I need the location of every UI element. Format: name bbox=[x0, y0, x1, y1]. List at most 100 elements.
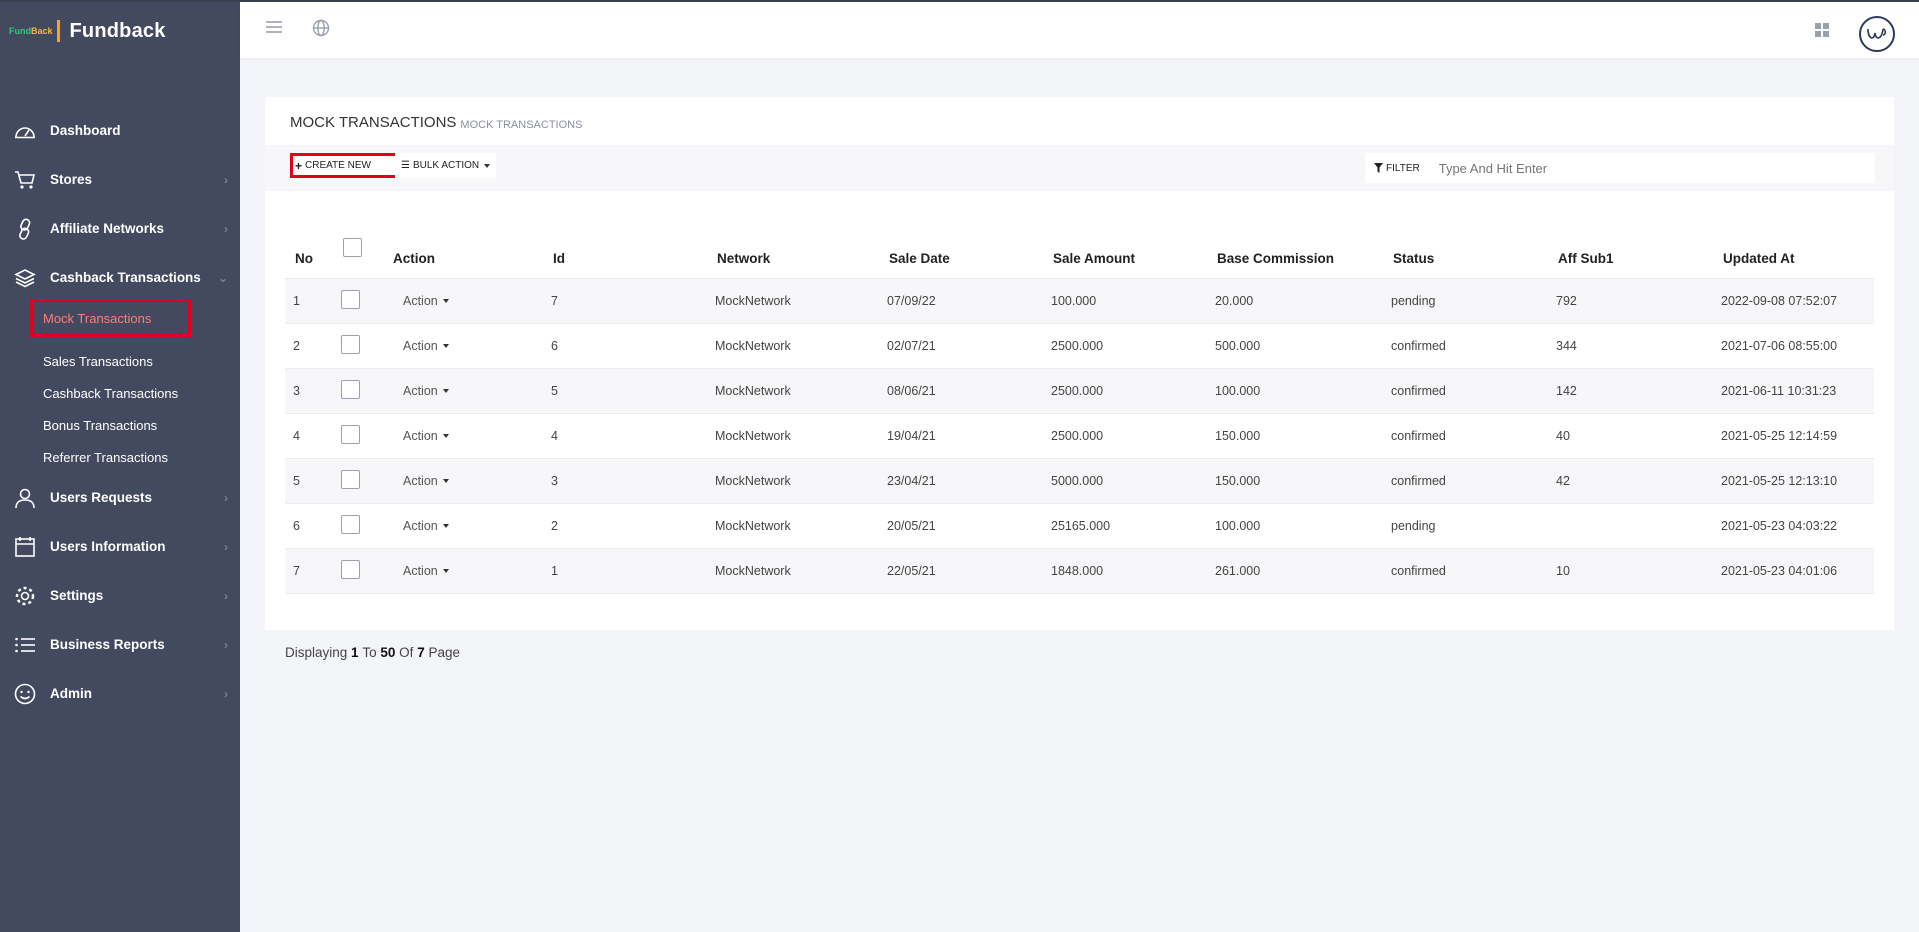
topbar bbox=[240, 0, 1919, 58]
cell-sale-amount: 100.000 bbox=[1043, 278, 1207, 324]
cell-no: 1 bbox=[285, 278, 333, 324]
cell-status: confirmed bbox=[1383, 368, 1548, 414]
sidebar-item-label: Dashboard bbox=[50, 123, 121, 138]
cell-aff-sub1: 10 bbox=[1548, 548, 1713, 594]
cell-aff-sub1 bbox=[1548, 503, 1713, 549]
cell-base-commission: 100.000 bbox=[1207, 503, 1383, 549]
row-action-dropdown[interactable]: Action bbox=[391, 384, 449, 398]
chevron-right-icon: › bbox=[224, 221, 228, 236]
globe-icon[interactable] bbox=[312, 19, 330, 42]
sub-item-referrer-transactions[interactable]: Referrer Transactions bbox=[30, 441, 240, 473]
sidebar-item-settings[interactable]: Settings › bbox=[0, 571, 240, 620]
col-status: Status bbox=[1383, 221, 1548, 279]
smile-icon bbox=[13, 682, 37, 706]
row-checkbox[interactable] bbox=[341, 289, 360, 309]
cell-select bbox=[333, 548, 383, 594]
panel-header: MOCK TRANSACTIONS MOCK TRANSACTIONS bbox=[265, 97, 1894, 145]
bulk-action-button[interactable]: ☰ BULK ACTION bbox=[395, 153, 497, 178]
action-label: Action bbox=[403, 563, 438, 578]
sidebar-item-users-requests[interactable]: Users Requests › bbox=[0, 473, 240, 522]
cell-base-commission: 150.000 bbox=[1207, 413, 1383, 459]
footer-from: 1 bbox=[351, 645, 359, 660]
col-sale-date: Sale Date bbox=[879, 221, 1043, 279]
cart-icon bbox=[13, 168, 37, 192]
cell-base-commission: 150.000 bbox=[1207, 458, 1383, 504]
avatar[interactable] bbox=[1859, 16, 1895, 52]
cell-no: 3 bbox=[285, 368, 333, 414]
row-action-dropdown[interactable]: Action bbox=[391, 339, 449, 353]
table-body: 1 Action 7 MockNetwork 07/09/22 100.000 20.000… bbox=[285, 278, 1874, 594]
cell-updated-at: 2022-09-08 07:52:07 bbox=[1713, 278, 1874, 324]
cell-action: Action bbox=[383, 458, 543, 504]
footer-suffix: Page bbox=[428, 645, 460, 660]
logo-text-back: Back bbox=[31, 26, 53, 36]
row-action-dropdown[interactable]: Action bbox=[391, 564, 449, 578]
row-checkbox[interactable] bbox=[341, 469, 360, 489]
cell-network: MockNetwork bbox=[707, 323, 879, 369]
sub-item-mock-transactions[interactable]: Mock Transactions bbox=[30, 299, 191, 337]
select-all-checkbox[interactable] bbox=[343, 237, 362, 257]
cell-base-commission: 261.000 bbox=[1207, 548, 1383, 594]
row-action-dropdown[interactable]: Action bbox=[391, 294, 449, 308]
cell-select bbox=[333, 458, 383, 504]
cell-action: Action bbox=[383, 413, 543, 459]
cell-base-commission: 500.000 bbox=[1207, 323, 1383, 369]
cell-updated-at: 2021-07-06 08:55:00 bbox=[1713, 323, 1874, 369]
sub-item-bonus-transactions[interactable]: Bonus Transactions bbox=[30, 409, 240, 441]
sidebar-item-cashback-transactions[interactable]: Cashback Transactions ⌄ bbox=[0, 253, 240, 302]
filter-button[interactable]: FILTER bbox=[1365, 163, 1429, 174]
brand-divider bbox=[56, 20, 60, 42]
cashback-submenu: Mock Transactions Sales Transactions Cas… bbox=[0, 299, 240, 473]
cell-select bbox=[333, 368, 383, 414]
transactions-table: No Action Id Network Sale Date Sale Amou… bbox=[285, 221, 1874, 594]
sidebar-item-users-information[interactable]: Users Information › bbox=[0, 522, 240, 571]
sidebar-item-stores[interactable]: Stores › bbox=[0, 155, 240, 204]
table-row: 7 Action 1 MockNetwork 22/05/21 1848.000 261.0… bbox=[285, 548, 1874, 594]
apps-grid-icon[interactable] bbox=[1815, 23, 1829, 42]
brand[interactable]: Fund Back Fundback bbox=[0, 0, 240, 60]
action-label: Action bbox=[403, 383, 438, 398]
cell-aff-sub1: 42 bbox=[1548, 458, 1713, 504]
row-checkbox[interactable] bbox=[341, 514, 360, 534]
cell-id: 4 bbox=[543, 413, 707, 459]
row-checkbox[interactable] bbox=[341, 424, 360, 444]
caret-down-icon bbox=[442, 479, 449, 484]
col-select bbox=[333, 221, 383, 279]
sidebar-item-admin[interactable]: Admin › bbox=[0, 669, 240, 718]
sidebar-item-dashboard[interactable]: Dashboard bbox=[0, 106, 240, 155]
cell-action: Action bbox=[383, 503, 543, 549]
bulk-action-label: BULK ACTION bbox=[412, 160, 480, 171]
cell-sale-date: 08/06/21 bbox=[879, 368, 1043, 414]
footer-to-word: To bbox=[362, 645, 377, 660]
cell-action: Action bbox=[383, 323, 543, 369]
row-checkbox[interactable] bbox=[341, 559, 360, 579]
cell-aff-sub1: 40 bbox=[1548, 413, 1713, 459]
cell-sale-date: 20/05/21 bbox=[879, 503, 1043, 549]
cell-select bbox=[333, 278, 383, 324]
cell-sale-date: 23/04/21 bbox=[879, 458, 1043, 504]
sub-item-cashback-transactions[interactable]: Cashback Transactions bbox=[30, 377, 240, 409]
avatar-logo-icon bbox=[1867, 28, 1887, 39]
row-action-dropdown[interactable]: Action bbox=[391, 519, 449, 533]
sidebar-item-business-reports[interactable]: Business Reports › bbox=[0, 620, 240, 669]
row-action-dropdown[interactable]: Action bbox=[391, 429, 449, 443]
sidebar-item-affiliate-networks[interactable]: Affiliate Networks › bbox=[0, 204, 240, 253]
filter-input[interactable] bbox=[1438, 160, 1839, 176]
cell-action: Action bbox=[383, 548, 543, 594]
cell-id: 2 bbox=[543, 503, 707, 549]
list-icon: ☰ bbox=[401, 160, 410, 171]
footer-prefix: Displaying bbox=[285, 645, 348, 660]
sub-item-sales-transactions[interactable]: Sales Transactions bbox=[30, 345, 240, 377]
caret-down-icon bbox=[442, 524, 449, 529]
table-row: 2 Action 6 MockNetwork 02/07/21 2500.000 500.0… bbox=[285, 323, 1874, 369]
hamburger-menu-icon[interactable] bbox=[265, 20, 283, 39]
row-checkbox[interactable] bbox=[341, 379, 360, 399]
create-new-button[interactable]: + CREATE NEW bbox=[290, 153, 399, 178]
table-header-row: No Action Id Network Sale Date Sale Amou… bbox=[285, 221, 1874, 279]
cell-sale-amount: 25165.000 bbox=[1043, 503, 1207, 549]
col-sale-amount: Sale Amount bbox=[1043, 221, 1207, 279]
row-action-dropdown[interactable]: Action bbox=[391, 474, 449, 488]
row-checkbox[interactable] bbox=[341, 334, 360, 354]
cell-network: MockNetwork bbox=[707, 458, 879, 504]
cell-updated-at: 2021-05-23 04:03:22 bbox=[1713, 503, 1874, 549]
